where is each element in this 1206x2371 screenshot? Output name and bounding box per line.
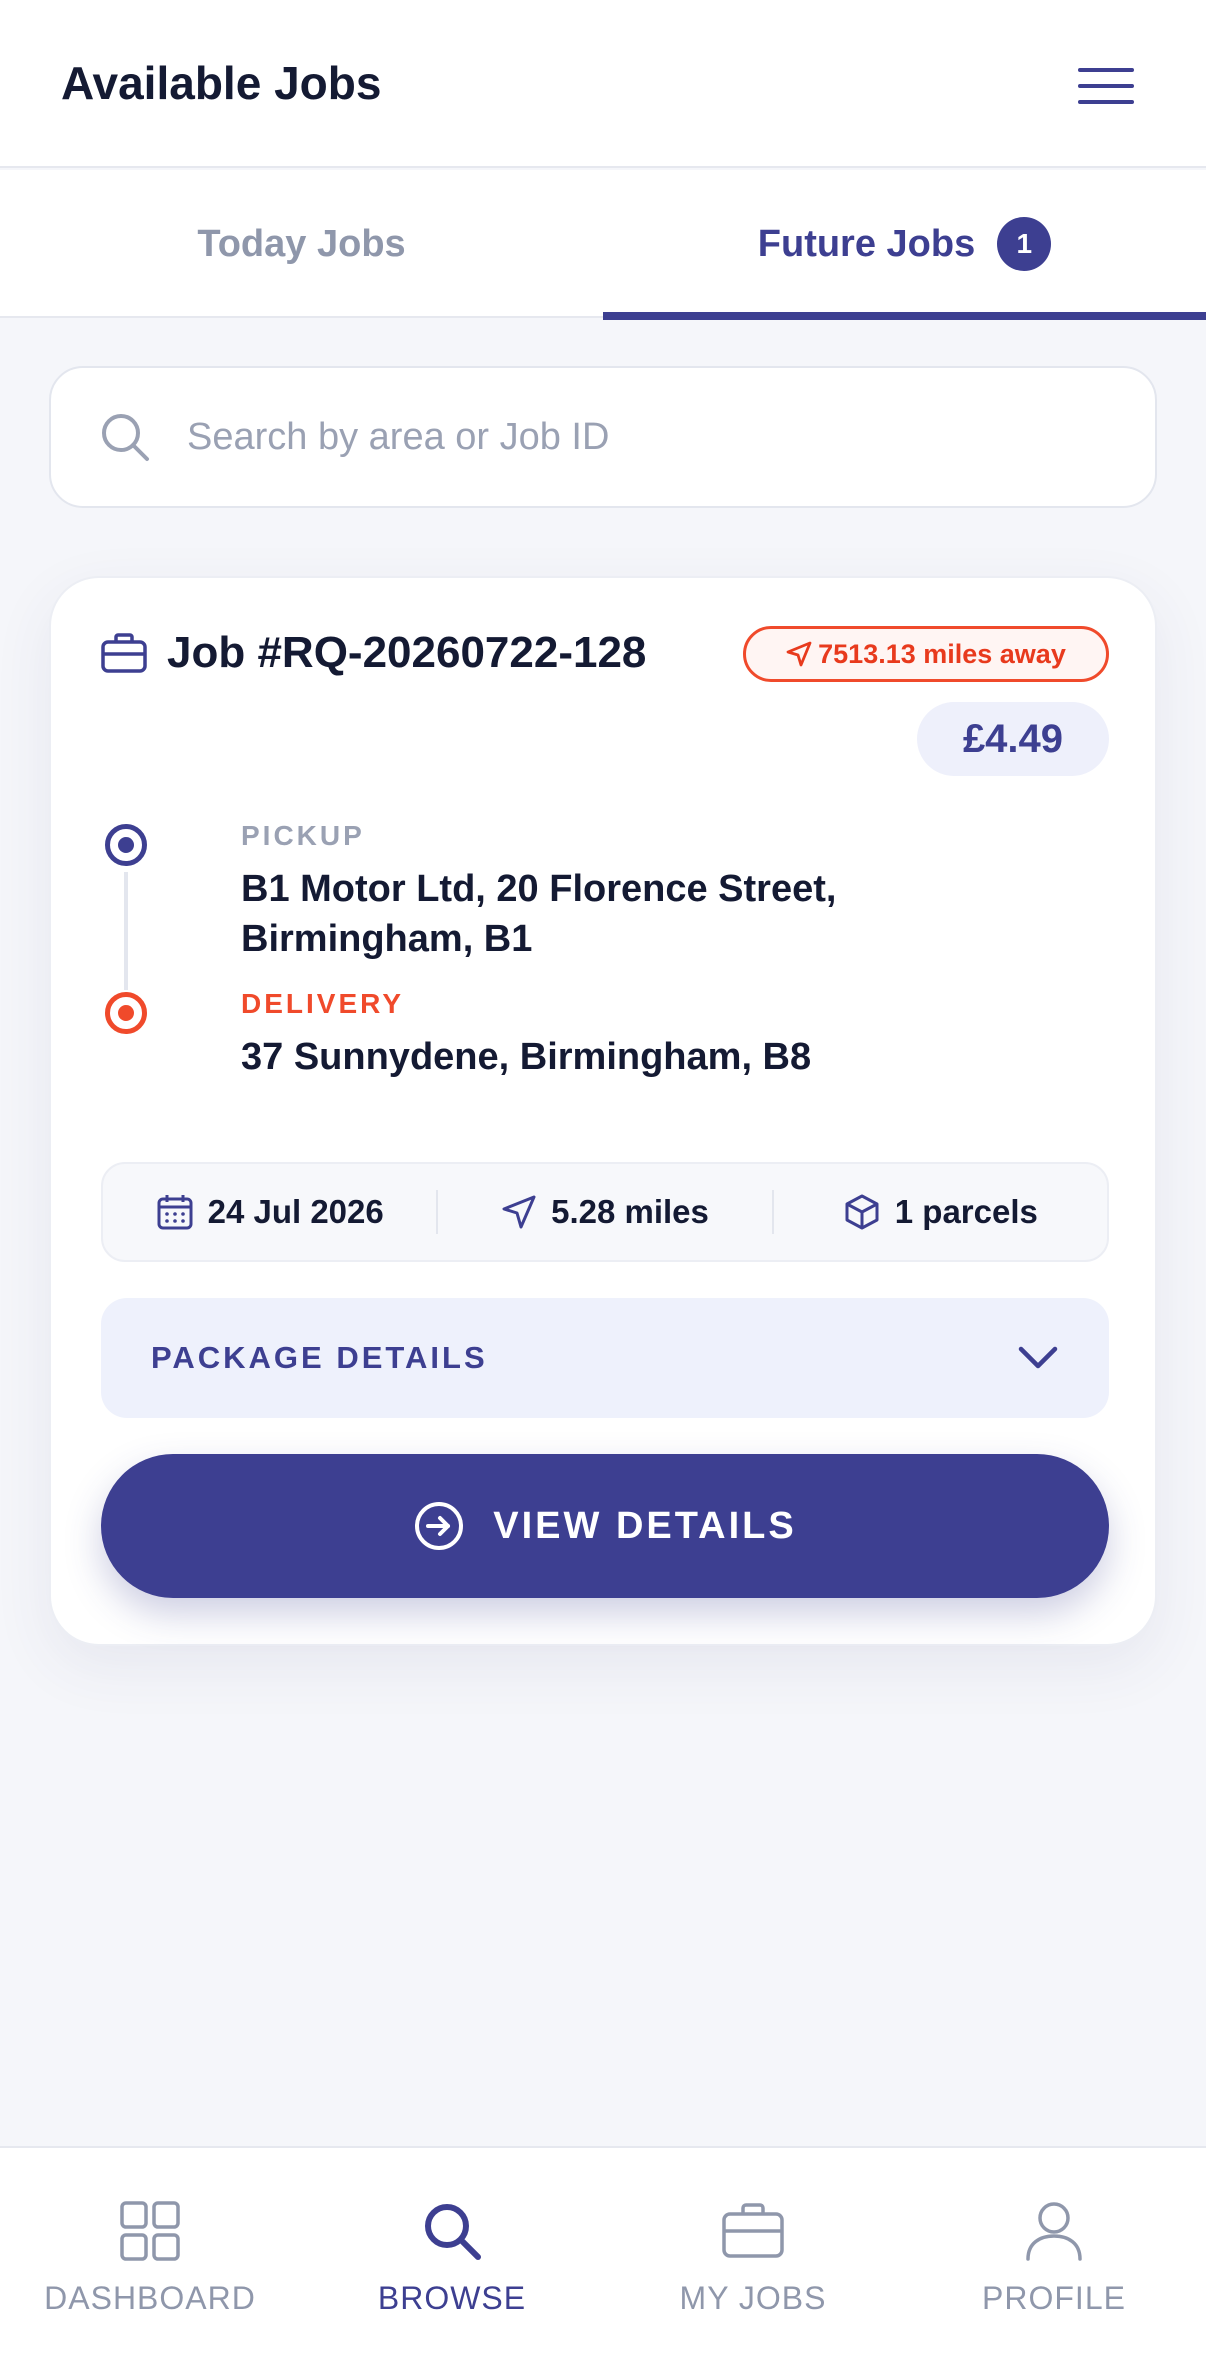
tab-today-jobs[interactable]: Today Jobs: [0, 170, 603, 318]
app-header: Available Jobs: [0, 0, 1206, 168]
nav-browse[interactable]: BROWSE: [302, 2148, 602, 2348]
package-icon: [845, 1194, 879, 1230]
job-header: Job #RQ-20260722-128: [101, 628, 646, 678]
nav-label: PROFILE: [982, 2280, 1126, 2316]
tab-label: Today Jobs: [197, 222, 406, 265]
bottom-navigation: DASHBOARD BROWSE MY JOBS PROFILE: [0, 2146, 1206, 2371]
meta-parcels: 1 parcels: [771, 1190, 1107, 1234]
distance-text: 5.28 miles: [551, 1193, 709, 1230]
menu-icon-bar: [1078, 68, 1134, 72]
route: PICKUP B1 Motor Ltd, 20 Florence Street,…: [101, 820, 1101, 1120]
distance-away-text: 7513.13 miles away: [818, 638, 1066, 669]
nav-label: BROWSE: [377, 2280, 527, 2316]
pickup-address: B1 Motor Ltd, 20 Florence Street, Birmin…: [241, 868, 837, 960]
nav-my-jobs[interactable]: MY JOBS: [603, 2148, 903, 2348]
search-input[interactable]: [187, 415, 1087, 459]
count-badge: 1: [997, 217, 1052, 271]
search-icon: [425, 2204, 481, 2260]
route-line: [124, 872, 128, 990]
pickup-label: PICKUP: [241, 820, 365, 851]
job-meta: 24 Jul 2026 5.28 miles 1 parcels: [101, 1162, 1109, 1262]
date-text: 24 Jul 2026: [207, 1193, 384, 1230]
search-bar[interactable]: [49, 366, 1157, 508]
nav-dashboard[interactable]: DASHBOARD: [0, 2148, 300, 2348]
chevron-down-icon: [1018, 1346, 1058, 1369]
view-details-label: VIEW DETAILS: [493, 1504, 797, 1547]
menu-icon-bar: [1078, 84, 1134, 88]
menu-icon-bar: [1078, 100, 1134, 104]
view-details-button[interactable]: VIEW DETAILS: [101, 1454, 1109, 1598]
arrow-right-circle-icon: [415, 1502, 464, 1550]
nav-label: DASHBOARD: [44, 2280, 256, 2316]
menu-button[interactable]: [1072, 64, 1140, 108]
price-badge: £4.49: [917, 702, 1109, 776]
delivery-address: 37 Sunnydene, Birmingham, B8: [241, 1036, 812, 1078]
job-id: Job #RQ-20260722-128: [167, 628, 647, 677]
tab-label: Future Jobs: [757, 222, 976, 265]
parcels-text: 1 parcels: [894, 1193, 1038, 1230]
user-icon: [1026, 2202, 1082, 2261]
navigation-arrow-icon: [786, 641, 812, 667]
meta-distance: 5.28 miles: [436, 1190, 771, 1234]
search-icon: [102, 414, 149, 461]
briefcase-icon: [722, 2203, 784, 2258]
grid-icon: [120, 2201, 180, 2261]
nav-profile[interactable]: PROFILE: [904, 2148, 1204, 2348]
job-card: Job #RQ-20260722-128 7513.13 miles away …: [49, 576, 1157, 1646]
delivery-label: DELIVERY: [241, 988, 404, 1019]
job-tabs: Today Jobs Future Jobs 1: [0, 170, 1206, 320]
pickup-marker-icon: [105, 824, 147, 866]
delivery-marker-icon: [105, 992, 147, 1034]
package-details-toggle[interactable]: PACKAGE DETAILS: [101, 1298, 1109, 1418]
briefcase-icon: [101, 633, 147, 673]
nav-label: MY JOBS: [679, 2280, 827, 2316]
navigation-arrow-icon: [502, 1195, 536, 1229]
distance-away-badge: 7513.13 miles away: [743, 626, 1109, 682]
package-details-label: PACKAGE DETAILS: [151, 1340, 488, 1375]
meta-date: 24 Jul 2026: [103, 1190, 436, 1234]
calendar-icon: [157, 1195, 193, 1230]
page-title: Available Jobs: [61, 57, 382, 109]
tab-future-jobs[interactable]: Future Jobs 1: [603, 170, 1206, 320]
